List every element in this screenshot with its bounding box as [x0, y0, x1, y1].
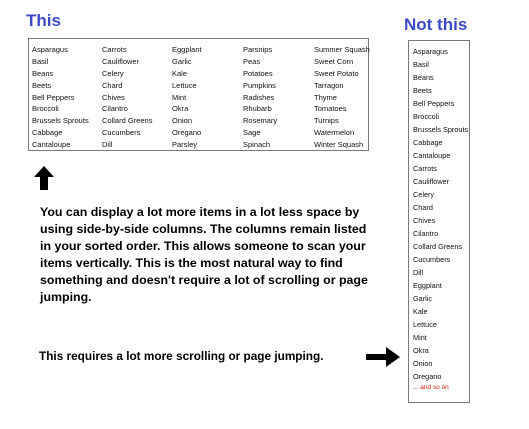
list-item: Peas	[243, 56, 261, 66]
list-item: Beets	[413, 86, 432, 95]
list-item: Cabbage	[32, 128, 63, 138]
list-item: Cabbage	[413, 138, 443, 147]
list-item: Cilantro	[102, 104, 128, 114]
list-item: Tarragon	[314, 80, 344, 90]
list-item: Garlic	[413, 294, 433, 303]
list-item: Tomatoes	[314, 104, 347, 114]
list-item: Pumpkins	[243, 80, 276, 90]
list-item: Chard	[102, 80, 123, 90]
and-so-on-text: ... and so on	[413, 384, 449, 391]
list-item: Celery	[413, 190, 435, 199]
list-item: Basil	[32, 56, 49, 66]
list-item: Rhubarb	[243, 104, 272, 114]
list-item: Radishes	[243, 92, 275, 102]
list-item: Cucumbers	[413, 255, 451, 264]
list-item: Eggplant	[413, 281, 442, 290]
list-item: Okra	[413, 346, 429, 355]
list-item: Thyme	[314, 92, 337, 102]
list-item: Spinach	[243, 140, 271, 150]
list-item: Kale	[172, 68, 188, 78]
list-item: Collard Greens	[413, 242, 463, 251]
list-item: Watermelon	[314, 128, 355, 138]
single-list-items: Asparagus Basil Beans Beets Bell Peppers Broc…	[413, 45, 468, 383]
list-item: Dill	[102, 140, 113, 150]
list-item: Onion	[413, 359, 433, 368]
list-item: Asparagus	[413, 47, 448, 56]
list-column-5: Summer Squash Sweet Corn Sweet Potato Ta…	[314, 44, 370, 151]
list-item: Carrots	[102, 45, 127, 54]
list-item: Oregano	[172, 128, 202, 138]
list-item: Celery	[102, 68, 124, 78]
list-item: Beans	[413, 73, 434, 82]
list-item: Cantaloupe	[32, 140, 71, 150]
list-item: Asparagus	[32, 45, 68, 54]
list-item: Winter Squash	[314, 140, 364, 150]
list-item: Okra	[172, 104, 189, 114]
list-item: Mint	[172, 92, 187, 102]
list-item: Cantaloupe	[413, 151, 451, 160]
list-item: Oregano	[413, 372, 442, 381]
list-item: Parsley	[172, 140, 198, 150]
list-item: Potatoes	[243, 68, 273, 78]
list-item: Chives	[413, 216, 436, 225]
list-item: Chives	[102, 92, 125, 102]
list-item: Brussels Sprouts	[413, 125, 469, 134]
list-item: Rosemary	[243, 116, 278, 126]
list-item: Broccoli	[413, 112, 439, 121]
right-arrow-icon	[366, 347, 400, 372]
list-item: Collard Greens	[102, 116, 153, 126]
list-item: Cucumbers	[102, 128, 141, 138]
explanation-text: You can display a lot more items in a lo…	[40, 205, 368, 304]
list-column-2: Carrots Cauliflower Celery Chard Chives …	[102, 44, 152, 151]
list-item: Summer Squash	[314, 45, 370, 54]
list-item: Dill	[413, 268, 424, 277]
list-item: Beets	[32, 80, 52, 90]
list-item: Chard	[413, 203, 433, 212]
list-item: Cauliflower	[413, 177, 450, 186]
list-item: Bell Peppers	[32, 92, 75, 102]
list-item: Turnips	[314, 116, 339, 126]
explanation-text-2: This requires a lot more scrolling or pa…	[39, 349, 324, 363]
list-item: Garlic	[172, 56, 192, 66]
list-item: Onion	[172, 116, 193, 126]
list-item: Lettuce	[172, 80, 197, 90]
list-item: Basil	[413, 60, 429, 69]
this-heading: This	[26, 11, 61, 30]
list-item: Sage	[243, 128, 261, 138]
up-arrow-icon	[34, 166, 54, 195]
list-item: Beans	[32, 68, 54, 78]
list-column-3: Eggplant Garlic Kale Lettuce Mint Okra O…	[172, 44, 202, 151]
list-item: Lettuce	[413, 320, 437, 329]
list-item: Brussels Sprouts	[32, 116, 89, 126]
list-column-1: Asparagus Basil Beans Beets Bell Peppers…	[32, 44, 89, 151]
list-item: Eggplant	[172, 45, 202, 54]
list-column-4: Parsnips Peas Potatoes Pumpkins Radishes…	[243, 44, 277, 151]
single-column-list: Asparagus Basil Beans Beets Bell Peppers Broc…	[408, 40, 470, 403]
not-this-heading: Not this	[404, 15, 468, 34]
list-item: Broccoli	[32, 104, 59, 114]
list-item: Carrots	[413, 164, 437, 173]
list-item: Cauliflower	[102, 56, 140, 66]
list-item: Mint	[413, 333, 427, 342]
list-item: Bell Peppers	[413, 99, 455, 108]
list-item: Cilantro	[413, 229, 439, 238]
multi-column-list: Asparagus Basil Beans Beets Bell Peppers…	[28, 38, 370, 151]
list-item: Kale	[413, 307, 428, 316]
list-item: Parsnips	[243, 45, 273, 54]
list-item: Sweet Potato	[314, 68, 359, 78]
list-item: Sweet Corn	[314, 56, 354, 66]
